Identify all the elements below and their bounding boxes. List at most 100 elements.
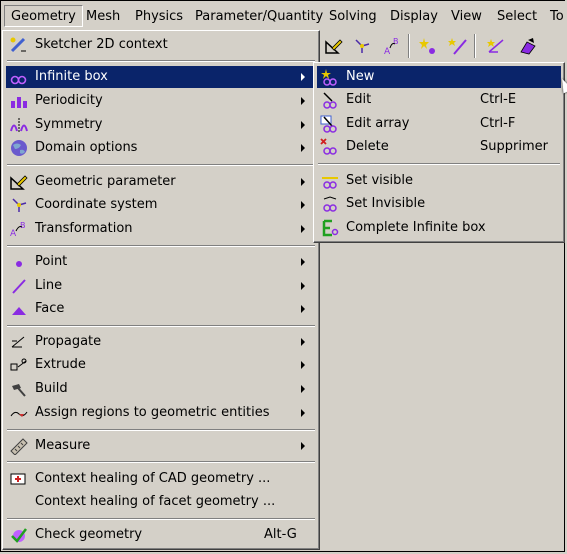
menu-solving[interactable]: Solving	[329, 7, 377, 27]
menu-item-label: Periodicity	[35, 93, 103, 108]
menu-item-set-visible[interactable]: Set visible	[317, 170, 561, 192]
menu-item-transformation[interactable]: AB Transformation	[6, 218, 316, 240]
menu-item-label: Measure	[35, 438, 91, 453]
submenu-arrow-icon	[301, 282, 305, 290]
menu-mesh[interactable]: Mesh	[86, 7, 120, 27]
check-geometry-icon	[9, 526, 29, 544]
menu-item-label: Geometric parameter	[35, 174, 176, 189]
face-icon	[9, 300, 29, 318]
new-icon	[320, 68, 340, 86]
edit-icon	[320, 91, 340, 109]
build-icon[interactable]	[516, 34, 540, 58]
menu-bar: Geometry Mesh Physics Parameter/Quantity…	[1, 1, 565, 30]
menu-item-label: Edit	[346, 92, 372, 107]
menu-item-label: Domain options	[35, 140, 138, 155]
submenu-arrow-icon	[301, 178, 305, 186]
submenu-arrow-icon	[301, 361, 305, 369]
menu-item-extrude[interactable]: Extrude	[6, 354, 316, 376]
menu-select[interactable]: Select	[497, 7, 537, 27]
menu-item-sketcher-2d-context[interactable]: Sketcher 2D context	[6, 34, 316, 56]
periodicity-icon	[9, 92, 29, 110]
geometric-parameter-icon[interactable]	[322, 34, 346, 58]
menu-parameter-quantity[interactable]: Parameter/Quantity	[195, 7, 323, 27]
set-invisible-icon	[320, 195, 340, 213]
submenu-arrow-icon	[301, 73, 305, 81]
menu-item-build[interactable]: Build	[6, 378, 316, 400]
edit-array-icon	[320, 115, 340, 133]
menu-item-domain-options[interactable]: Domain options	[6, 137, 316, 159]
propagate-icon[interactable]	[484, 34, 508, 58]
menu-view[interactable]: View	[451, 7, 482, 27]
menu-item-delete[interactable]: Delete Supprimer	[317, 136, 561, 158]
menu-item-label: Build	[35, 381, 68, 396]
menu-item-symmetry[interactable]: Symmetry	[6, 114, 316, 136]
menu-item-line[interactable]: Line	[6, 275, 316, 297]
menu-item-complete-infinite-box[interactable]: Complete Infinite box	[317, 217, 561, 239]
submenu-arrow-icon	[301, 201, 305, 209]
submenu-arrow-icon	[301, 442, 305, 450]
submenu-arrow-icon	[301, 409, 305, 417]
menu-item-label: Check geometry	[35, 527, 143, 542]
menu-item-new[interactable]: New	[317, 66, 561, 88]
menu-item-set-invisible[interactable]: Set Invisible	[317, 193, 561, 215]
menu-separator	[318, 163, 560, 165]
extrude-icon	[9, 356, 29, 374]
submenu-arrow-icon	[301, 258, 305, 266]
submenu-arrow-icon	[301, 97, 305, 105]
menu-item-label: Coordinate system	[35, 197, 158, 212]
menu-separator	[7, 245, 315, 247]
menu-item-propagate[interactable]: Propagate	[6, 331, 316, 353]
transformation-icon[interactable]: AB	[380, 34, 404, 58]
geometry-menu: Sketcher 2D context Infinite box Periodi…	[2, 30, 320, 550]
submenu-arrow-icon	[301, 338, 305, 346]
menu-item-coordinate-system[interactable]: Coordinate system	[6, 194, 316, 216]
menu-item-shortcut: Alt-G	[264, 527, 297, 542]
menu-separator	[7, 518, 315, 520]
menu-item-label: Complete Infinite box	[346, 220, 486, 235]
toolbar-separator	[474, 34, 476, 58]
menu-item-label: Context healing of CAD geometry ...	[35, 471, 271, 486]
infinite-box-submenu: New Edit Ctrl-E Edit array Ctrl-F Delete…	[313, 62, 565, 243]
menu-item-label: Set visible	[346, 173, 414, 188]
svg-text:A: A	[384, 47, 391, 56]
toolbar: AB	[320, 30, 565, 64]
menu-item-measure[interactable]: Measure	[6, 435, 316, 457]
complete-infinite-box-icon	[320, 219, 340, 237]
menu-item-context-healing-facet[interactable]: Context healing of facet geometry ...	[6, 491, 316, 513]
menu-item-edit[interactable]: Edit Ctrl-E	[317, 89, 561, 111]
menu-item-label: Point	[35, 254, 68, 269]
menu-item-label: Sketcher 2D context	[35, 37, 168, 52]
menu-item-label: Context healing of facet geometry ...	[35, 494, 276, 509]
menu-tools[interactable]: To	[550, 7, 564, 27]
sketcher-icon	[9, 36, 29, 54]
globe-icon	[9, 139, 29, 157]
menu-item-geometric-parameter[interactable]: Geometric parameter	[6, 171, 316, 193]
build-icon	[9, 380, 29, 398]
menu-item-periodicity[interactable]: Periodicity	[6, 90, 316, 112]
coordinate-system-icon	[9, 196, 29, 214]
menu-item-face[interactable]: Face	[6, 298, 316, 320]
menu-geometry[interactable]: Geometry	[4, 5, 83, 27]
menu-separator	[7, 60, 315, 62]
menu-item-infinite-box[interactable]: Infinite box	[6, 66, 316, 88]
menu-physics[interactable]: Physics	[135, 7, 183, 27]
new-line-icon[interactable]	[446, 34, 470, 58]
menu-item-label: Set Invisible	[346, 196, 426, 211]
menu-item-label: Symmetry	[35, 117, 103, 132]
coordinate-system-icon[interactable]	[350, 34, 374, 58]
menu-item-point[interactable]: Point	[6, 251, 316, 273]
menu-item-context-healing-cad[interactable]: Context healing of CAD geometry ...	[6, 468, 316, 490]
menu-item-edit-array[interactable]: Edit array Ctrl-F	[317, 113, 561, 135]
submenu-arrow-icon	[301, 144, 305, 152]
infinite-box-icon	[9, 68, 29, 86]
submenu-arrow-icon	[301, 385, 305, 393]
menu-item-assign-regions[interactable]: Assign regions to geometric entities	[6, 402, 316, 424]
menu-item-check-geometry[interactable]: Check geometry Alt-G	[6, 524, 316, 546]
menu-item-label: Extrude	[35, 357, 86, 372]
menu-item-label: Face	[35, 301, 65, 316]
new-point-icon[interactable]	[416, 34, 440, 58]
menu-item-label: New	[346, 69, 375, 84]
menu-item-shortcut: Ctrl-F	[480, 116, 516, 131]
svg-text:B: B	[20, 221, 26, 230]
menu-display[interactable]: Display	[390, 7, 438, 27]
